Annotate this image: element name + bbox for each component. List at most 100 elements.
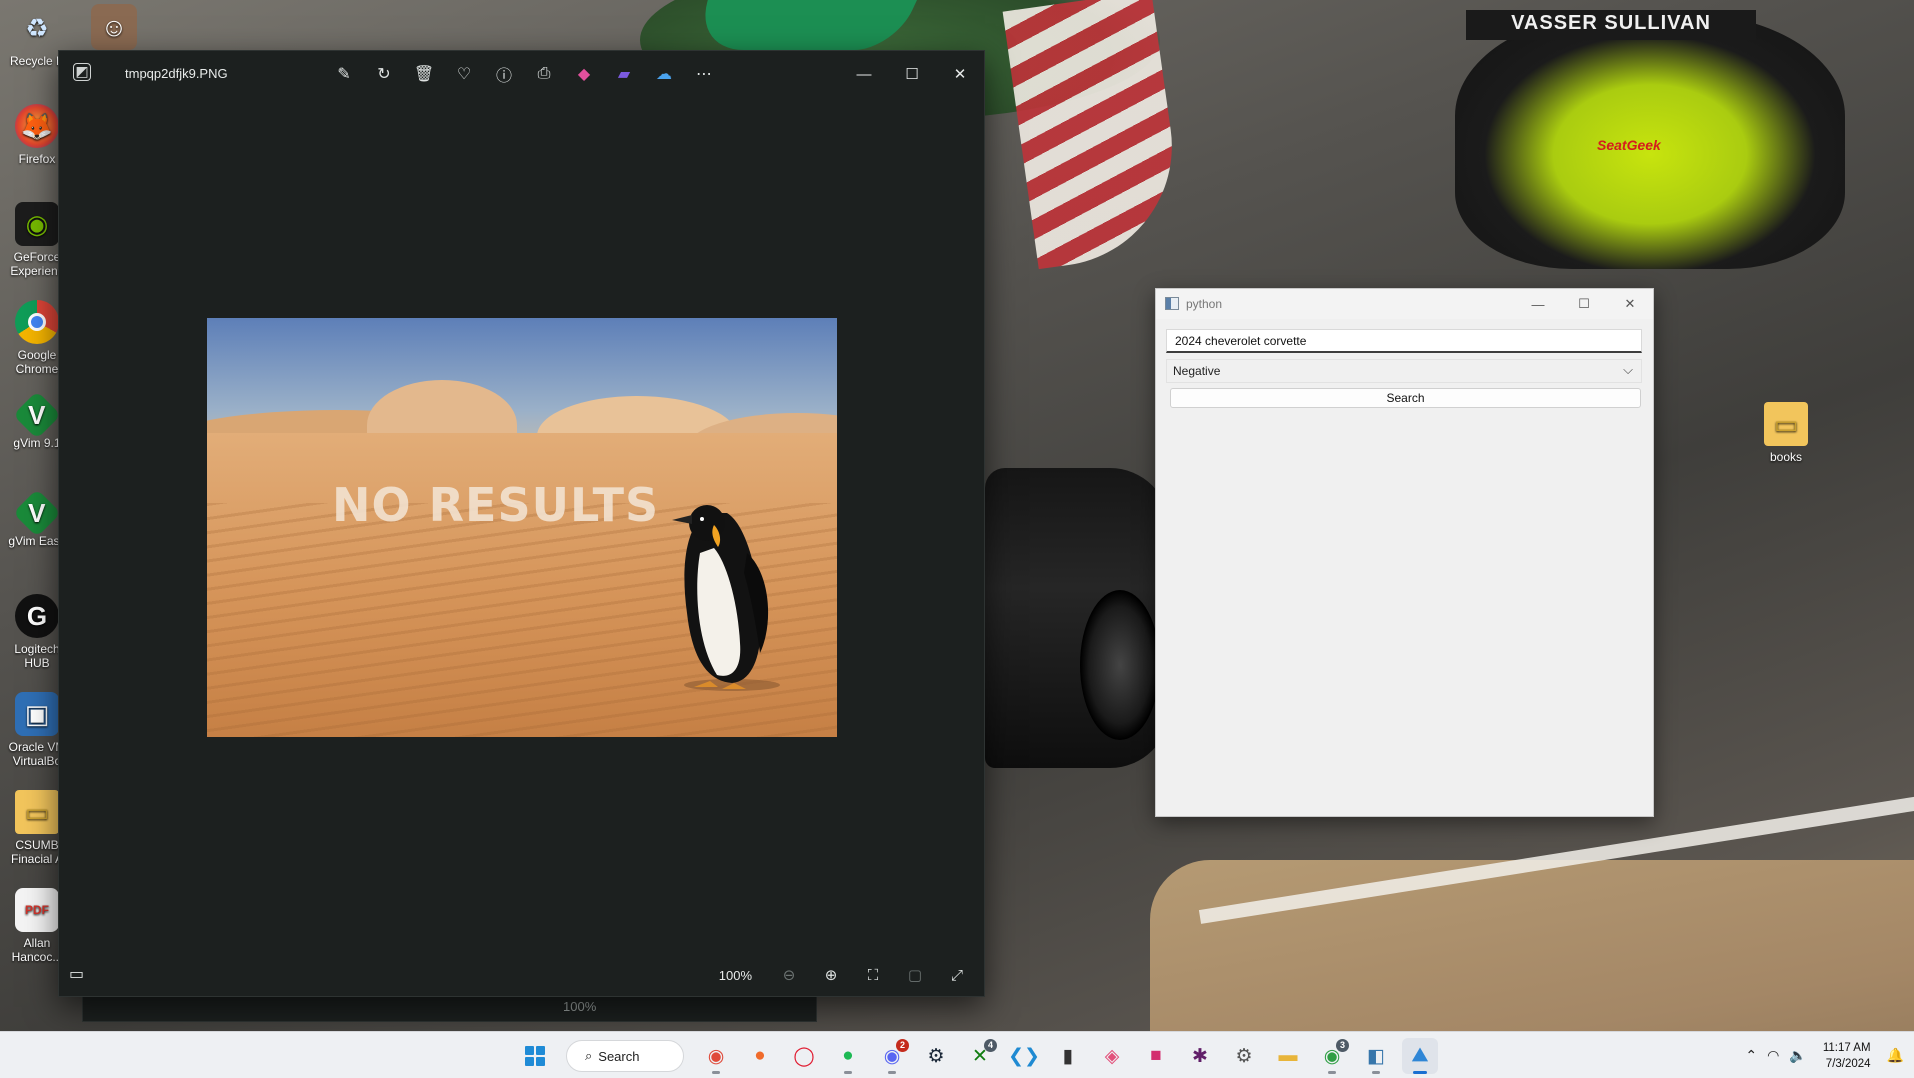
taskbar-terminal[interactable]: ▮	[1050, 1038, 1086, 1074]
minimize-icon: —	[1531, 296, 1545, 312]
taskbar-steam[interactable]: ⚙	[918, 1038, 954, 1074]
onedrive-button[interactable]: ☁	[649, 59, 679, 89]
gvim-icon: V	[12, 390, 62, 440]
taskbar-python[interactable]: ◧	[1358, 1038, 1394, 1074]
taskbar-xbox[interactable]: ✕ 4	[962, 1038, 998, 1074]
taskbar-opera[interactable]: ◯	[786, 1038, 822, 1074]
chrome-profile-badge: 3	[1336, 1039, 1349, 1052]
photos-window-controls: — ☐ ✕	[840, 51, 984, 97]
profile-picture-icon: ☺	[91, 4, 137, 50]
python-minimize-button[interactable]: —	[1515, 289, 1561, 319]
taskbar-spotify[interactable]: ●	[830, 1038, 866, 1074]
sentiment-select[interactable]: Negative ⌵	[1166, 359, 1642, 383]
filmstrip-button[interactable]: ▭	[69, 964, 84, 984]
print-icon: ⎙	[537, 65, 551, 82]
taskbar-firefox[interactable]: ●	[742, 1038, 778, 1074]
taskbar-apps: ⌕ Search ◉ ● ◯ ● ◉ 2 ⚙ ✕ 4 ❮❯ ▮ ◈ ■ ✱ ⚙ ▬ …	[518, 1038, 1438, 1074]
minimize-button[interactable]: —	[840, 51, 888, 97]
taskbar-discord[interactable]: ◉ 2	[874, 1038, 910, 1074]
actual-size-button[interactable]: ▢	[898, 960, 932, 990]
steam-icon: ⚙	[927, 1045, 945, 1067]
python-titlebar[interactable]: python — ☐ ✕	[1156, 289, 1653, 319]
taskbar-settings[interactable]: ⚙	[1226, 1038, 1262, 1074]
zoom-in-button[interactable]: ⊕	[814, 960, 848, 990]
rotate-button[interactable]: ↻	[369, 59, 399, 89]
maximize-icon: ☐	[1578, 296, 1590, 311]
taskbar-chrome-profile[interactable]: ◉ 3	[1314, 1038, 1350, 1074]
photos-statusbar: ▭ 100% ⊖ ⊕ ⛶ ▢ ⤢	[59, 954, 984, 996]
photos-app-icon: ◩	[73, 63, 91, 81]
penguin-illustration	[672, 505, 780, 691]
python-app-icon	[1165, 297, 1179, 310]
info-icon: ⓘ	[495, 68, 512, 85]
python-icon: ◧	[1367, 1045, 1385, 1067]
info-button[interactable]: ⓘ	[489, 59, 519, 89]
desktop-icon-profile[interactable]: ☺	[84, 4, 144, 54]
more-icon: ⋯	[696, 66, 712, 83]
clock-time: 11:17 AM	[1822, 1041, 1871, 1054]
search-icon: ⌕	[585, 1048, 593, 1063]
fit-window-icon: ⛶	[867, 966, 879, 984]
terminal-icon: ▮	[1062, 1045, 1074, 1067]
python-close-button[interactable]: ✕	[1607, 289, 1653, 319]
pdf-icon: PDF	[15, 888, 59, 932]
volume-icon[interactable]: 🔈	[1789, 1047, 1806, 1064]
wallpaper-car-wheel	[1080, 590, 1160, 740]
taskbar-intellij[interactable]: ■	[1138, 1038, 1174, 1074]
taskbar-slack[interactable]: ✱	[1182, 1038, 1218, 1074]
fit-to-window-button[interactable]: ⛶	[856, 960, 890, 990]
taskbar-search[interactable]: ⌕ Search	[566, 1040, 684, 1072]
wallpaper-wing-text: VASSER SULLIVAN	[1511, 12, 1711, 34]
gvim-easy-icon: V	[12, 488, 62, 538]
search-button[interactable]: Search	[1170, 388, 1641, 408]
chevron-up-icon[interactable]: ⌃	[1745, 1047, 1757, 1064]
zoom-out-button[interactable]: ⊖	[772, 960, 806, 990]
start-button[interactable]	[518, 1039, 552, 1073]
spotify-icon: ●	[842, 1045, 854, 1066]
photos-window[interactable]: ◩ tmpqp2dfjk9.PNG ✎ ↻ 🗑 ♡ ⓘ ⎙ ◆ ▰ ☁ ⋯ — …	[58, 50, 985, 997]
file-explorer-icon: ▬	[1278, 1045, 1298, 1066]
taskbar-vscode[interactable]: ❮❯	[1006, 1038, 1042, 1074]
wifi-icon[interactable]: ◠	[1767, 1047, 1779, 1064]
minimize-icon: —	[856, 65, 872, 83]
close-button[interactable]: ✕	[936, 51, 984, 97]
search-input[interactable]	[1166, 329, 1642, 353]
delete-button[interactable]: 🗑	[409, 59, 439, 89]
taskbar-chrome[interactable]: ◉	[698, 1038, 734, 1074]
chevron-down-icon: ⌵	[1623, 362, 1633, 377]
copilot-button[interactable]: ◆	[569, 59, 599, 89]
photos-titlebar[interactable]: ◩ tmpqp2dfjk9.PNG ✎ ↻ 🗑 ♡ ⓘ ⎙ ◆ ▰ ☁ ⋯ — …	[59, 51, 984, 97]
more-options-button[interactable]: ⋯	[689, 59, 719, 89]
settings-icon: ⚙	[1235, 1045, 1253, 1067]
zoom-out-icon: ⊖	[782, 967, 796, 984]
zoom-level: 100%	[718, 967, 752, 983]
clipchamp-button[interactable]: ▰	[609, 59, 639, 89]
firefox-icon: ●	[754, 1045, 766, 1066]
chrome-icon	[15, 300, 59, 344]
edit-image-button[interactable]: ✎	[329, 59, 359, 89]
print-button[interactable]: ⎙	[529, 59, 559, 89]
taskbar-photos[interactable]: ⛰	[1402, 1038, 1438, 1074]
python-maximize-button[interactable]: ☐	[1561, 289, 1607, 319]
python-window[interactable]: python — ☐ ✕ Negative ⌵ Search	[1155, 288, 1654, 817]
taskbar-file-explorer[interactable]: ▬	[1270, 1038, 1306, 1074]
onedrive-icon: ☁	[656, 66, 672, 83]
maximize-button[interactable]: ☐	[888, 51, 936, 97]
desktop-icon-books[interactable]: ▭ books	[1749, 402, 1823, 464]
logitech-icon: G	[15, 594, 59, 638]
vscode-icon: ❮❯	[1008, 1045, 1040, 1067]
fullscreen-button[interactable]: ⤢	[940, 960, 974, 990]
discord-badge: 2	[896, 1039, 909, 1052]
opera-icon: ◯	[793, 1045, 815, 1067]
favorite-icon: ♡	[456, 66, 472, 83]
photos-toolbar: ✎ ↻ 🗑 ♡ ⓘ ⎙ ◆ ▰ ☁ ⋯	[329, 59, 719, 89]
copilot-icon: ◆	[577, 66, 591, 83]
taskbar-photo-editor[interactable]: ◈	[1094, 1038, 1130, 1074]
favorite-button[interactable]: ♡	[449, 59, 479, 89]
edit-icon: ✎	[337, 66, 351, 83]
notification-bell-icon[interactable]: 🔔	[1887, 1047, 1904, 1064]
maximize-icon: ☐	[905, 66, 919, 83]
zoom-in-icon: ⊕	[824, 967, 838, 984]
clock[interactable]: 11:17 AM 7/3/2024	[1823, 1040, 1871, 1072]
fullscreen-icon: ⤢	[950, 966, 963, 984]
